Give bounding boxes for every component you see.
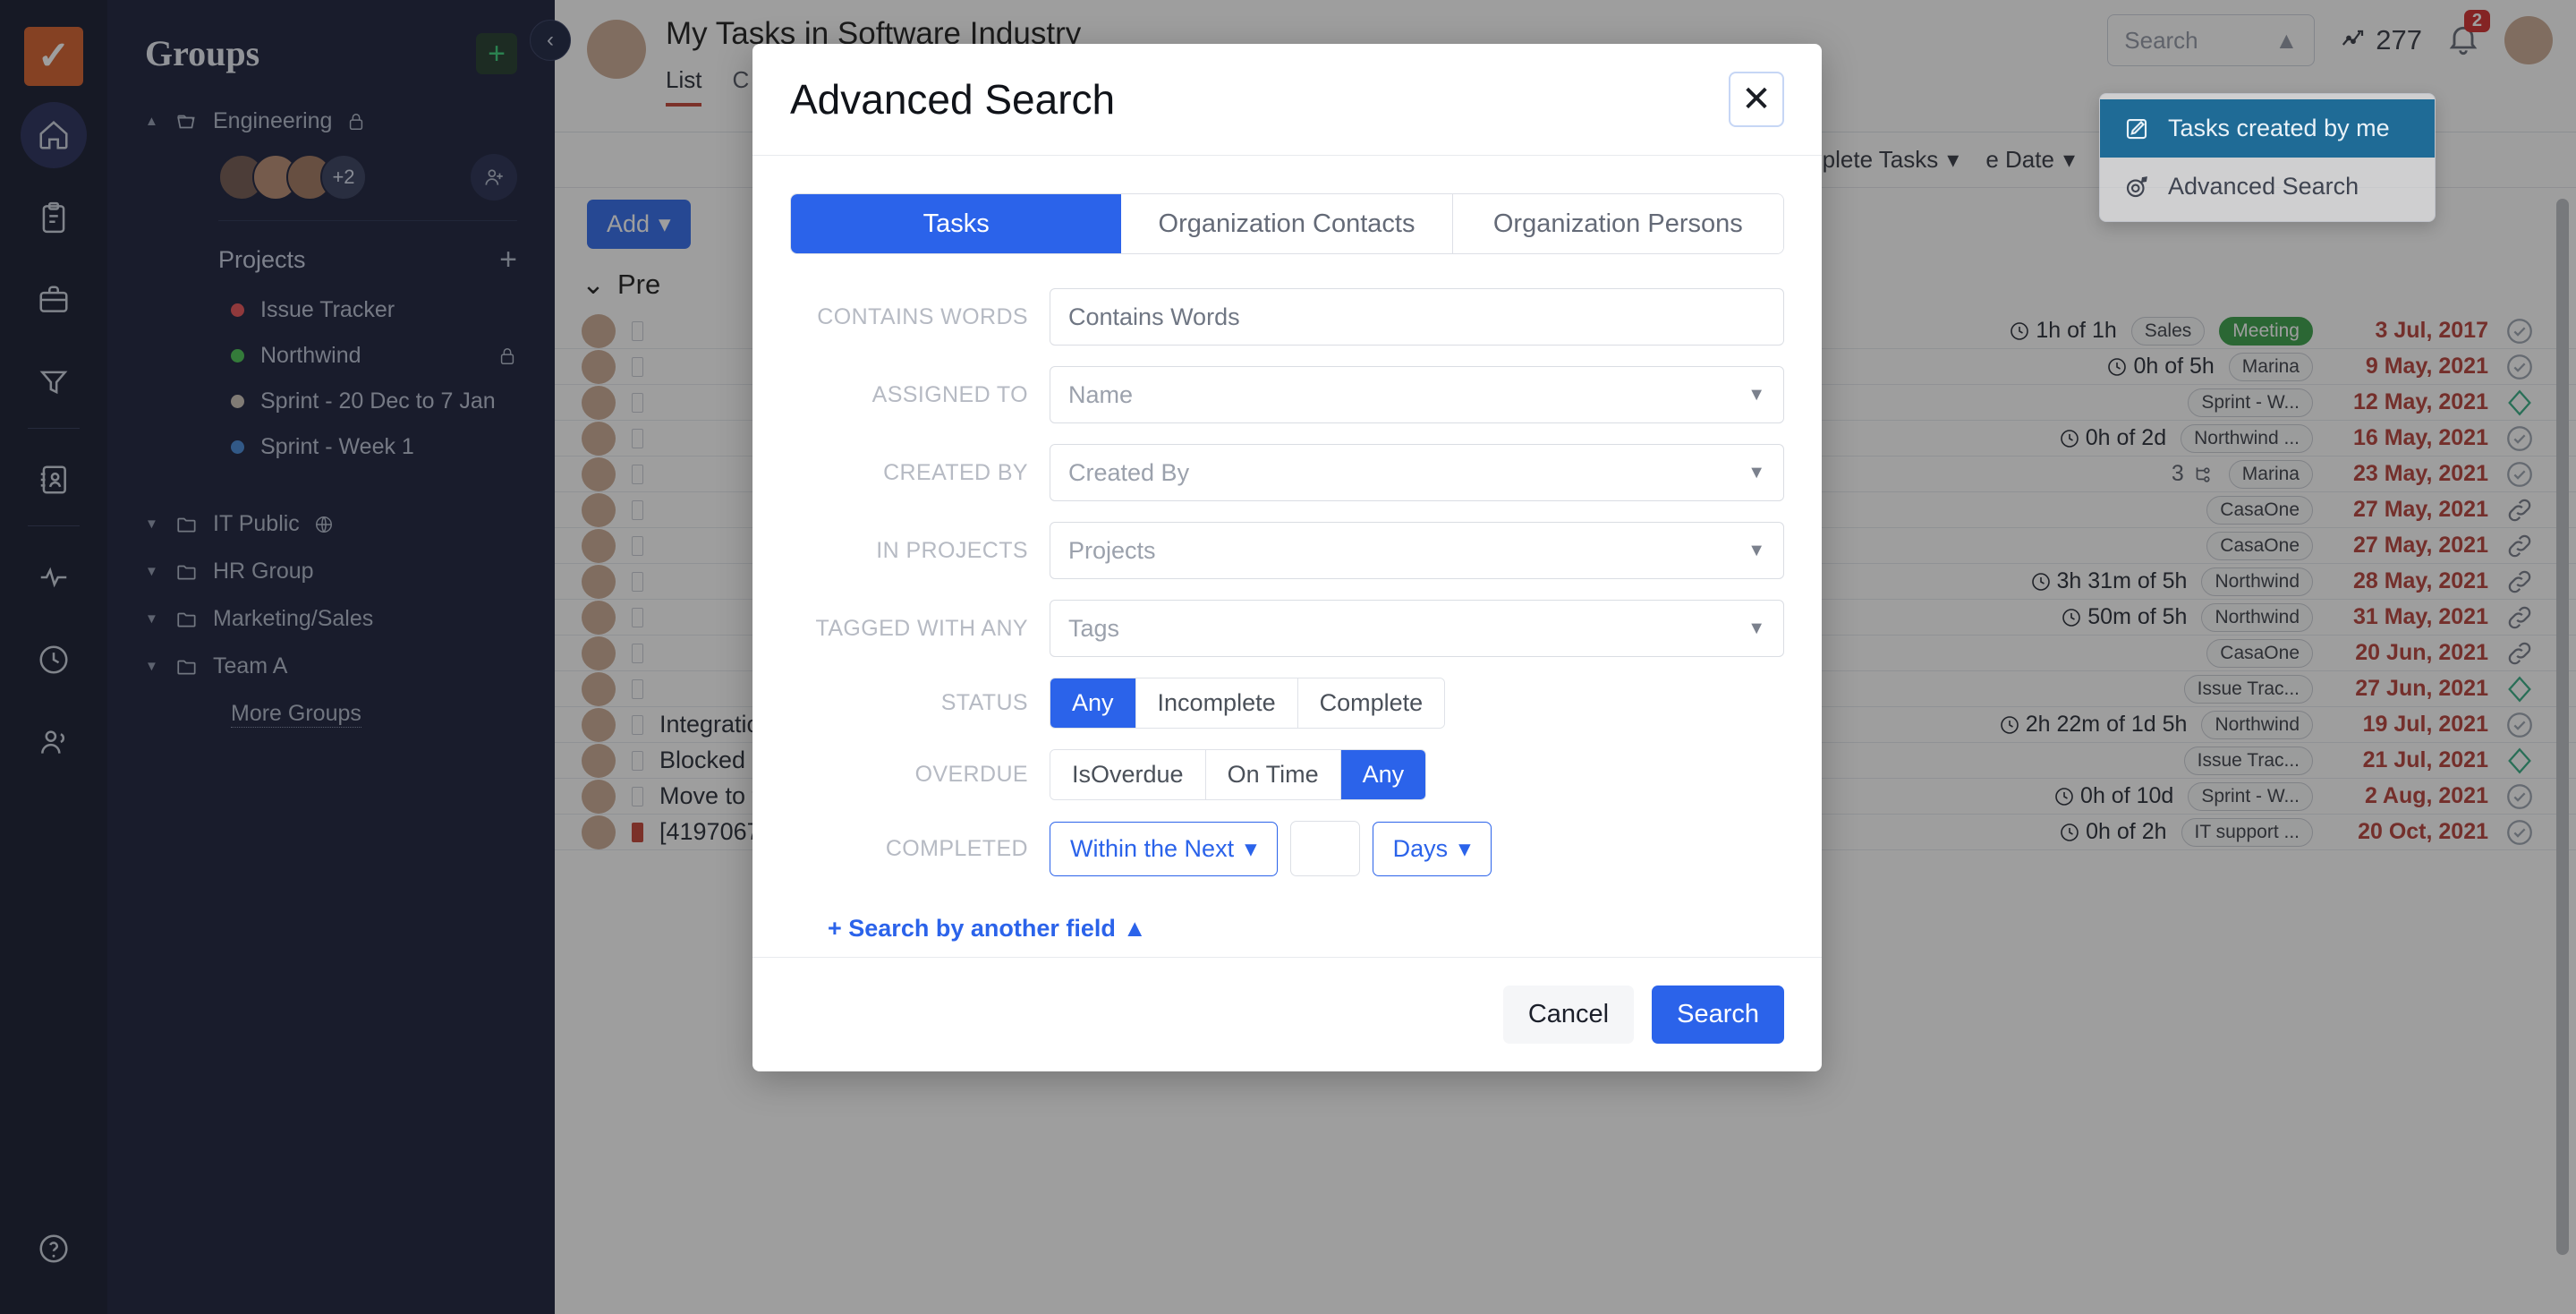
menu-item-label: Tasks created by me xyxy=(2168,115,2390,142)
field-row-assigned-to: ASSIGNED TO Name ▼ xyxy=(790,366,1784,423)
overdue-option-any[interactable]: Any xyxy=(1341,750,1426,799)
field-row-created-by: CREATED BY Created By ▼ xyxy=(790,444,1784,501)
assigned-to-select[interactable]: Name ▼ xyxy=(1050,366,1784,423)
tagged-with-any-select[interactable]: Tags ▼ xyxy=(1050,600,1784,657)
completed-range-select[interactable]: Within the Next ▾ xyxy=(1050,822,1278,876)
select-placeholder: Created By xyxy=(1068,459,1189,487)
chevron-down-icon: ▼ xyxy=(1747,385,1765,405)
contains-words-input[interactable]: Contains Words xyxy=(1050,288,1784,346)
overdue-segmented-control: IsOverdue On Time Any xyxy=(1050,749,1426,800)
range-label: Within the Next xyxy=(1070,835,1234,863)
select-placeholder: Name xyxy=(1068,381,1133,409)
search-by-another-field-link[interactable]: + Search by another field ▲ xyxy=(828,915,1147,943)
pencil-square-icon xyxy=(2123,115,2150,142)
input-placeholder: Contains Words xyxy=(1068,303,1240,331)
chevron-down-icon: ▼ xyxy=(1747,463,1765,483)
status-option-incomplete[interactable]: Incomplete xyxy=(1136,678,1298,728)
search-dropdown-menu: Tasks created by me Advanced Search xyxy=(2099,93,2436,222)
field-label: TAGGED WITH ANY xyxy=(790,616,1050,642)
dialog-title: Advanced Search xyxy=(790,75,1115,124)
field-row-contains-words: CONTAINS WORDS Contains Words xyxy=(790,288,1784,346)
caret-up-icon: ▲ xyxy=(1123,915,1147,943)
tab-organization-contacts[interactable]: Organization Contacts xyxy=(1121,194,1452,253)
field-label: CREATED BY xyxy=(790,460,1050,486)
field-row-in-projects: IN PROJECTS Projects ▼ xyxy=(790,522,1784,579)
completed-amount-input[interactable] xyxy=(1290,821,1360,876)
dialog-body: Tasks Organization Contacts Organization… xyxy=(752,156,1822,957)
menu-item-label: Advanced Search xyxy=(2168,173,2359,201)
chevron-down-icon: ▼ xyxy=(1747,541,1765,561)
field-row-completed: COMPLETED Within the Next ▾ Days ▾ xyxy=(790,821,1784,876)
field-label: COMPLETED xyxy=(790,836,1050,862)
search-button[interactable]: Search xyxy=(1652,986,1784,1044)
menu-item-advanced-search[interactable]: Advanced Search xyxy=(2100,158,2435,216)
tab-tasks[interactable]: Tasks xyxy=(791,194,1121,253)
chevron-down-icon: ▼ xyxy=(1747,619,1765,639)
cancel-button[interactable]: Cancel xyxy=(1503,986,1634,1044)
overdue-option-on-time[interactable]: On Time xyxy=(1206,750,1341,799)
target-icon xyxy=(2123,174,2150,201)
status-option-complete[interactable]: Complete xyxy=(1298,678,1445,728)
dialog-header: Advanced Search ✕ xyxy=(752,44,1822,156)
chevron-down-icon: ▾ xyxy=(1458,835,1471,863)
created-by-select[interactable]: Created By ▼ xyxy=(1050,444,1784,501)
status-option-any[interactable]: Any xyxy=(1050,678,1136,728)
unit-label: Days xyxy=(1393,835,1449,863)
completed-unit-select[interactable]: Days ▾ xyxy=(1373,822,1492,876)
field-label: CONTAINS WORDS xyxy=(790,304,1050,330)
field-row-status: STATUS Any Incomplete Complete xyxy=(790,678,1784,729)
chevron-down-icon: ▾ xyxy=(1245,835,1257,863)
field-label: IN PROJECTS xyxy=(790,538,1050,564)
in-projects-select[interactable]: Projects ▼ xyxy=(1050,522,1784,579)
field-row-tagged-with-any: TAGGED WITH ANY Tags ▼ xyxy=(790,600,1784,657)
status-segmented-control: Any Incomplete Complete xyxy=(1050,678,1445,729)
close-icon[interactable]: ✕ xyxy=(1729,72,1784,127)
select-placeholder: Tags xyxy=(1068,615,1119,643)
field-label: OVERDUE xyxy=(790,762,1050,788)
select-placeholder: Projects xyxy=(1068,537,1156,565)
field-row-overdue: OVERDUE IsOverdue On Time Any xyxy=(790,749,1784,800)
search-type-tabs: Tasks Organization Contacts Organization… xyxy=(790,193,1784,254)
dialog-footer: Cancel Search xyxy=(752,957,1822,1071)
menu-item-tasks-created-by-me[interactable]: Tasks created by me xyxy=(2100,99,2435,158)
field-label: STATUS xyxy=(790,690,1050,716)
advanced-search-dialog: Advanced Search ✕ Tasks Organization Con… xyxy=(752,44,1822,1071)
overdue-option-isoverdue[interactable]: IsOverdue xyxy=(1050,750,1206,799)
tab-organization-persons[interactable]: Organization Persons xyxy=(1453,194,1783,253)
another-field-label: + Search by another field xyxy=(828,915,1116,943)
field-label: ASSIGNED TO xyxy=(790,382,1050,408)
